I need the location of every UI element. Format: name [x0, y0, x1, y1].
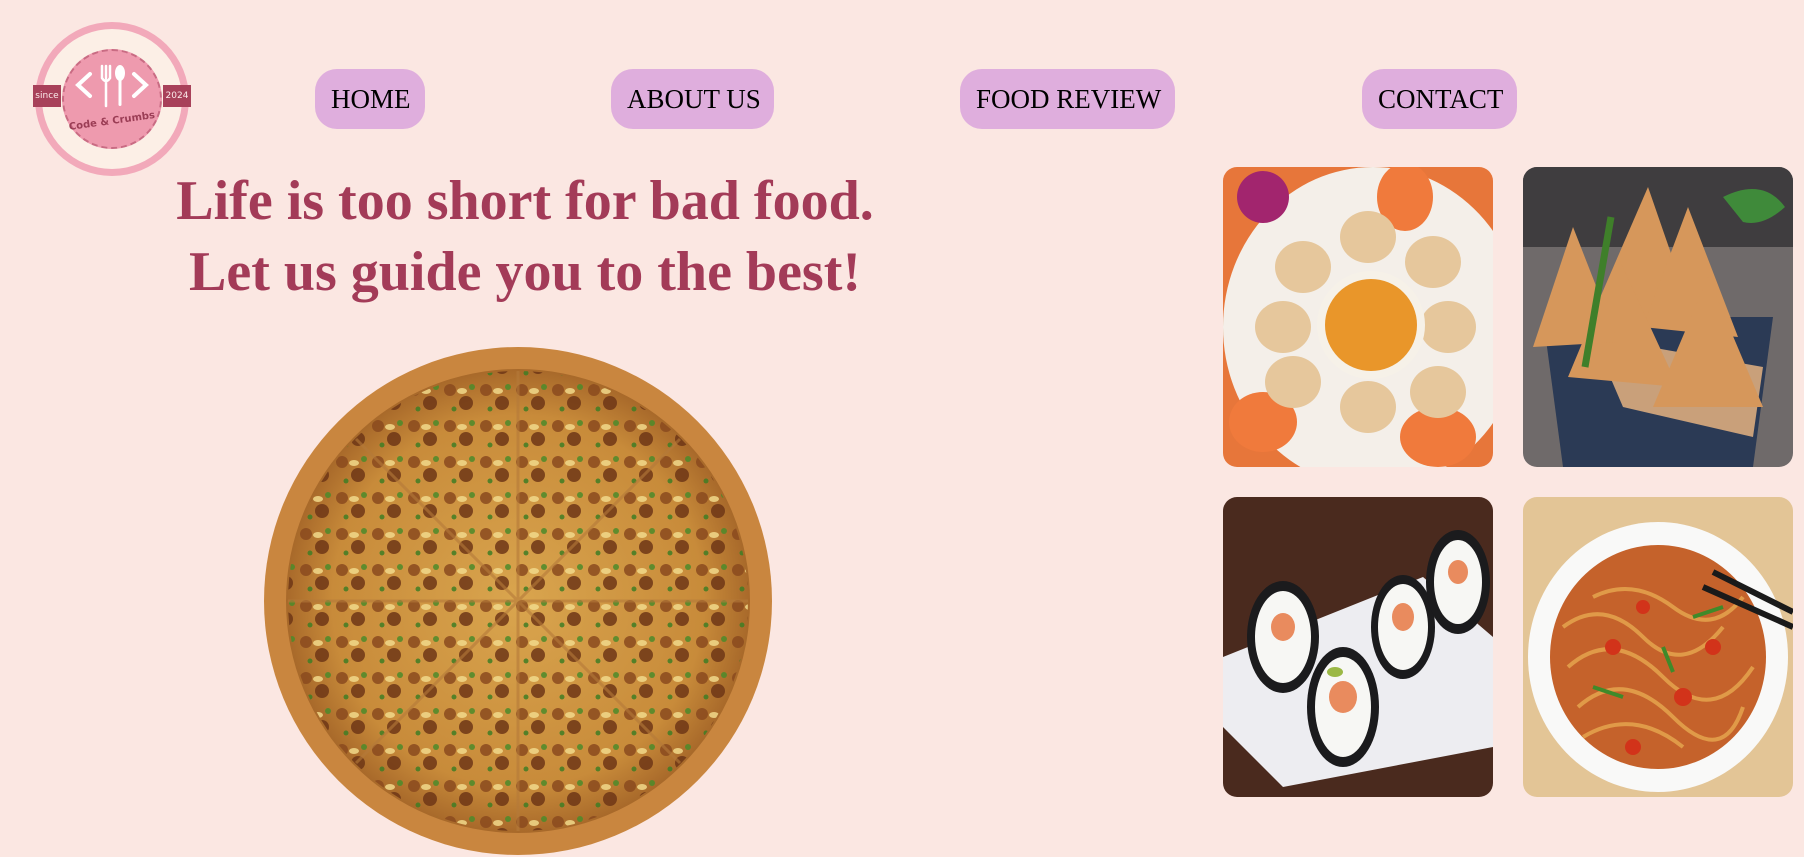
logo-year-label: 2024 — [163, 85, 191, 107]
site-logo[interactable]: since 2024 Code & Crumbs — [33, 22, 191, 176]
momos-plate-icon — [1223, 167, 1493, 467]
food-tile-sushi[interactable] — [1223, 497, 1493, 797]
code-fork-spoon-icon — [75, 64, 149, 108]
hero-line-1: Life is too short for bad food. — [176, 170, 874, 232]
logo-since-label: since — [33, 85, 61, 107]
sushi-rolls-icon — [1223, 497, 1493, 797]
food-tile-noodles[interactable] — [1523, 497, 1793, 797]
food-tile-samosas[interactable] — [1523, 167, 1793, 467]
pizza-image — [264, 347, 772, 855]
hero-line-2: Let us guide you to the best! — [188, 241, 862, 303]
hero-heading: Life is too short for bad food. Let us g… — [120, 166, 930, 308]
nav-about-us-button[interactable]: ABOUT US — [611, 69, 774, 129]
nav-home-button[interactable]: HOME — [315, 69, 425, 129]
noodles-bowl-icon — [1523, 497, 1793, 797]
food-tile-momos[interactable] — [1223, 167, 1493, 467]
nav-contact-button[interactable]: CONTACT — [1362, 69, 1517, 129]
nav-food-review-button[interactable]: FOOD REVIEW — [960, 69, 1175, 129]
samosa-basket-icon — [1523, 167, 1793, 467]
